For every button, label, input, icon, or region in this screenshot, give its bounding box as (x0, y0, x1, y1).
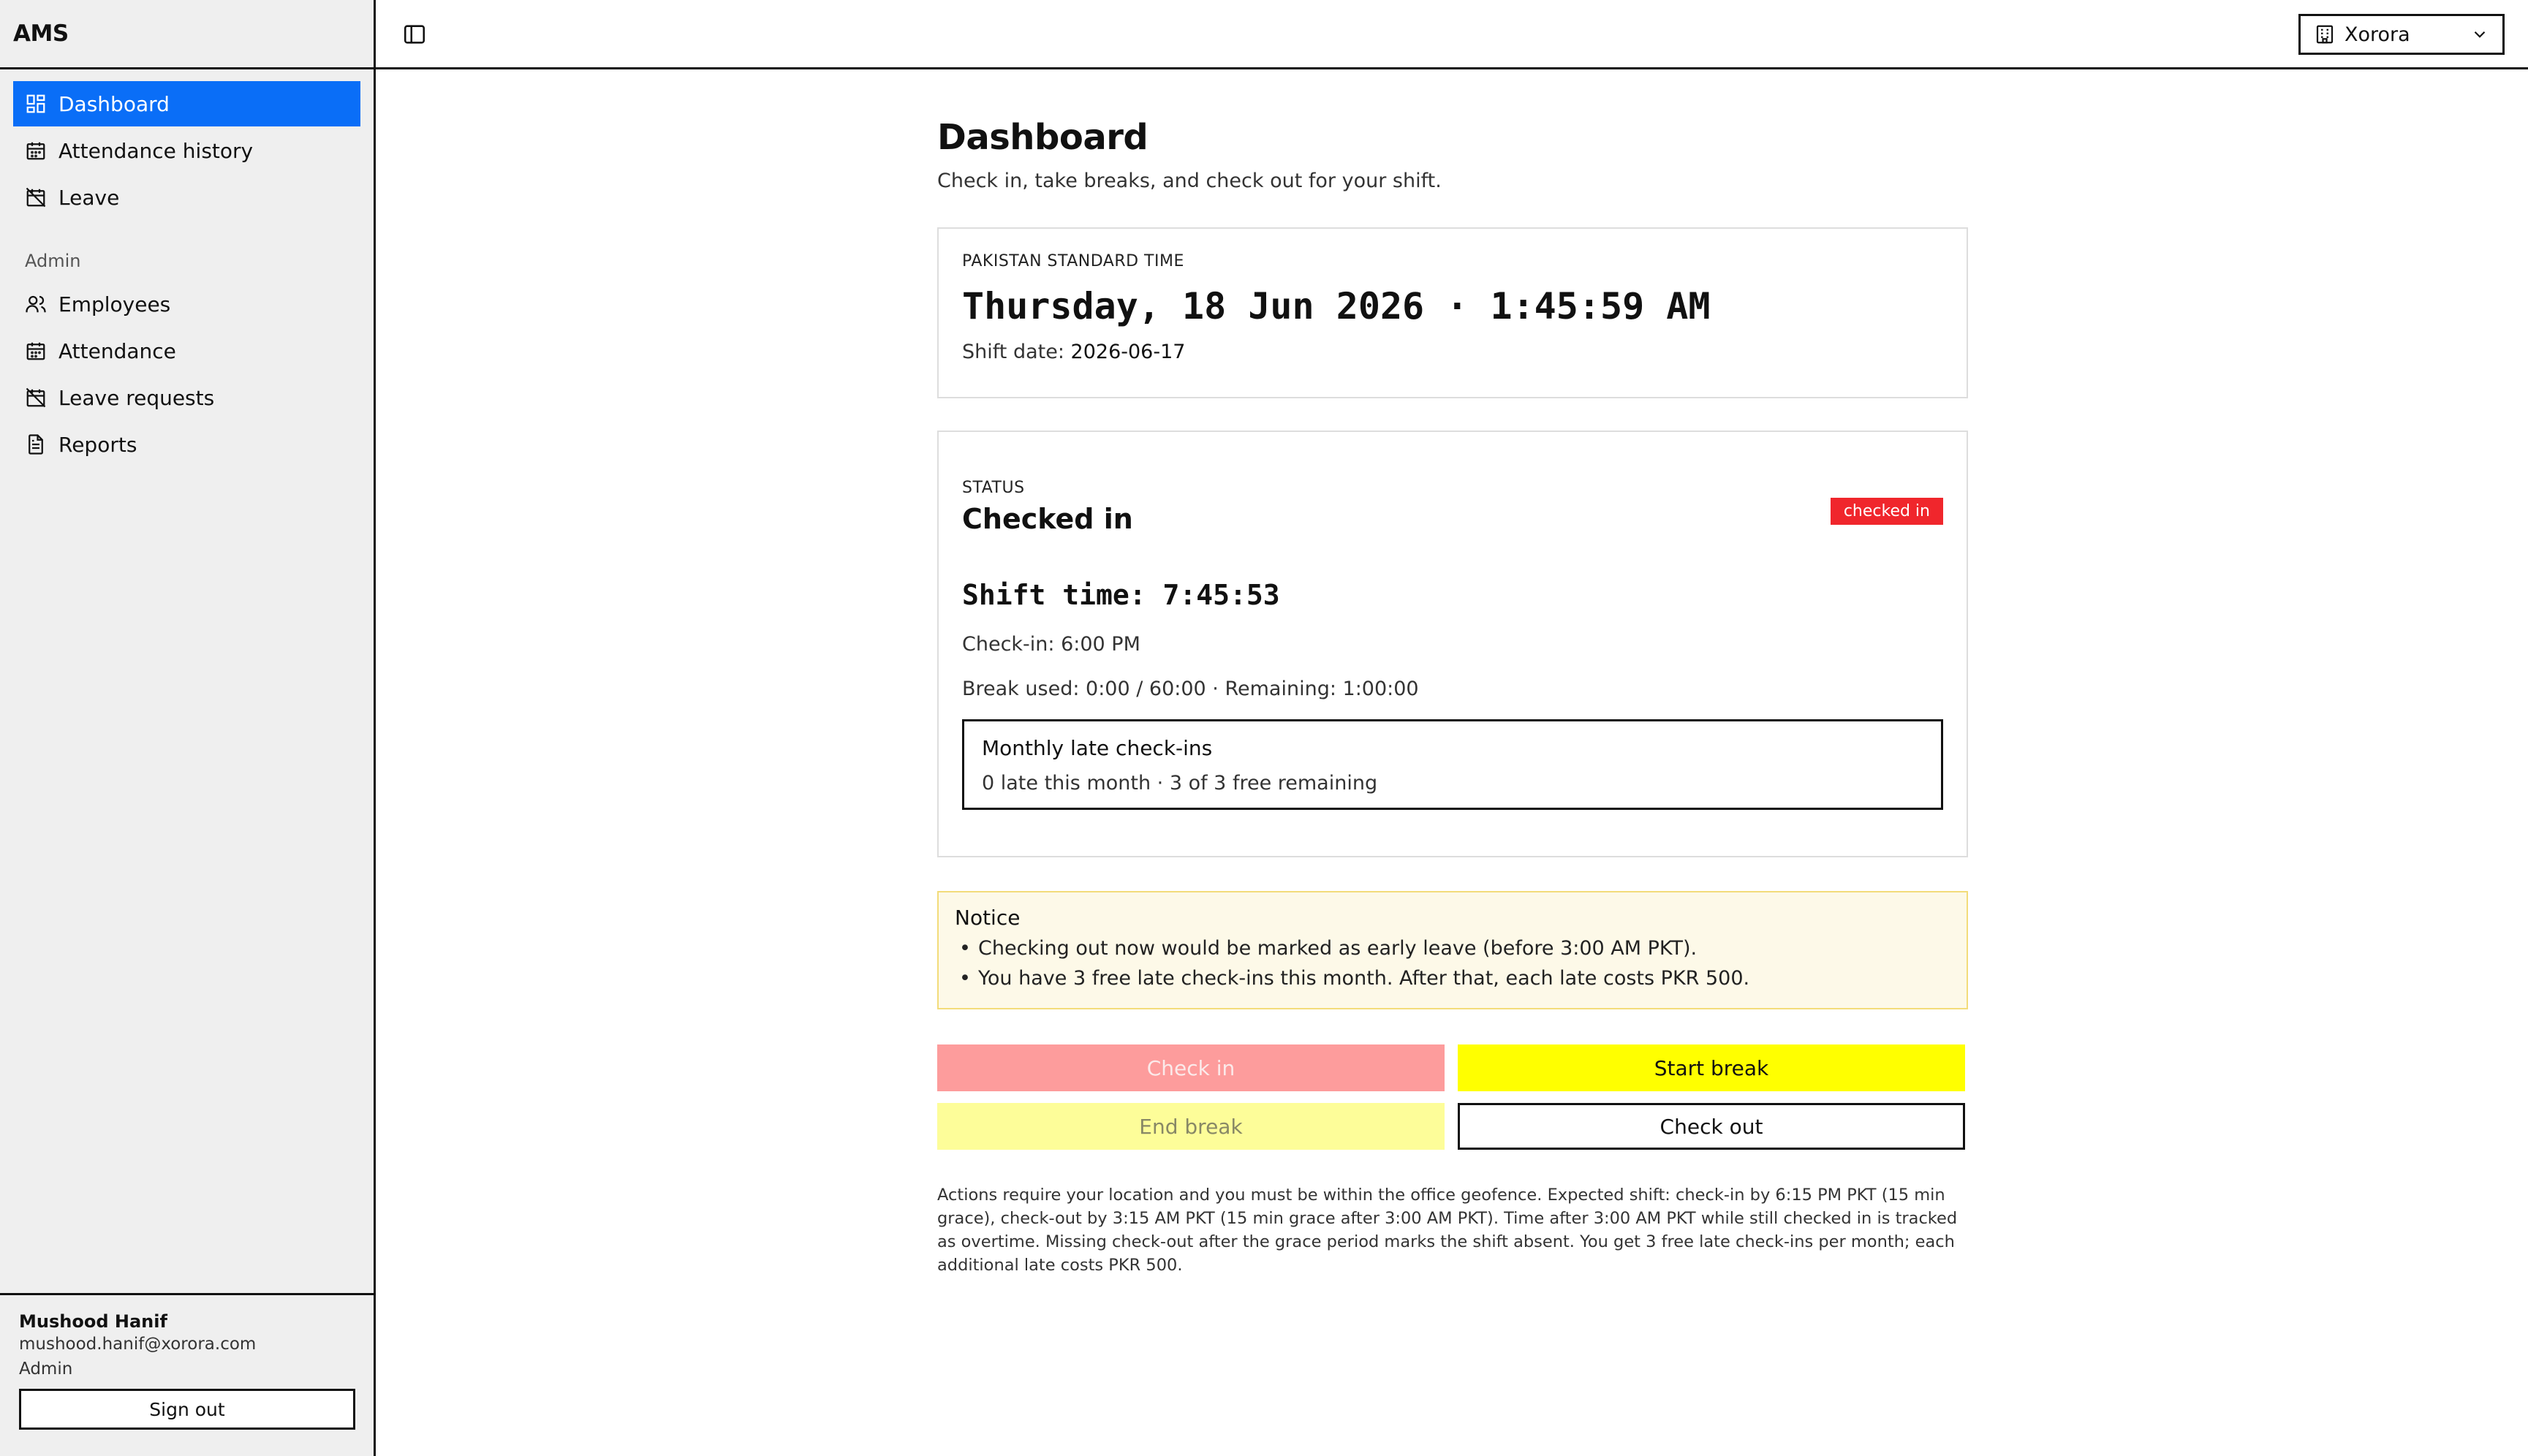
status-badge: checked in (1830, 498, 1943, 525)
check-in-time: Check-in: 6:00 PM (962, 633, 1140, 656)
sidebar-item-employees[interactable]: Employees (13, 281, 360, 327)
sidebar-item-label: Reports (58, 432, 137, 457)
sidebar-item-attendance-history[interactable]: Attendance history (13, 128, 360, 173)
page-title: Dashboard (937, 117, 1148, 158)
sidebar-item-label: Employees (58, 292, 171, 316)
policy-footnote: Actions require your location and you mu… (937, 1186, 1958, 1275)
dashboard-icon (25, 93, 47, 115)
clock-card: PAKISTAN STANDARD TIME Thursday, 18 Jun … (937, 227, 1968, 398)
page-subtitle: Check in, take breaks, and check out for… (937, 170, 1442, 192)
status-title: Checked in (962, 503, 1133, 535)
calendar-icon (25, 140, 47, 162)
check-out-button[interactable]: Check out (1458, 1103, 1965, 1150)
app-brand: AMS (0, 0, 374, 69)
shift-date-value: 2026-06-17 (1070, 341, 1186, 363)
sidebar-nav: Dashboard Attendance history Leave Admin… (0, 69, 374, 467)
calendar-off-icon (25, 186, 47, 208)
user-role: Admin (19, 1360, 73, 1379)
calendar-off-icon (25, 387, 47, 409)
sidebar-item-label: Leave (58, 185, 120, 210)
late-checkins-summary: 0 late this month · 3 of 3 free remainin… (982, 772, 1378, 795)
sidebar-item-label: Attendance (58, 338, 176, 363)
notice-list: Checking out now would be marked as earl… (955, 937, 1950, 990)
sidebar-item-leave-requests[interactable]: Leave requests (13, 375, 360, 420)
calendar-icon (25, 340, 47, 362)
sidebar-item-attendance[interactable]: Attendance (13, 328, 360, 374)
late-checkins-box: Monthly late check-ins 0 late this month… (962, 719, 1943, 810)
shift-timer: Shift time: 7:45:53 (962, 579, 1280, 611)
user-email: mushood.hanif@xorora.com (19, 1335, 257, 1354)
sidebar-item-label: Dashboard (58, 91, 170, 116)
sidebar-item-dashboard[interactable]: Dashboard (13, 81, 360, 126)
timezone-label: PAKISTAN STANDARD TIME (962, 252, 1184, 270)
sidebar-toggle-icon[interactable] (402, 22, 427, 47)
sidebar-section-admin: Admin (25, 251, 81, 271)
shift-date-row: Shift date: 2026-06-17 (962, 341, 1943, 363)
main-content: Dashboard Check in, take breaks, and che… (937, 117, 1968, 1277)
notice-item: Checking out now would be marked as earl… (955, 937, 1950, 960)
shift-date-label: Shift date: (962, 341, 1064, 363)
status-eyebrow: STATUS (962, 479, 1025, 497)
break-usage: Break used: 0:00 / 60:00 · Remaining: 1:… (962, 678, 1419, 700)
sidebar-item-leave[interactable]: Leave (13, 175, 360, 220)
notice-item: You have 3 free late check-ins this mont… (955, 967, 1950, 990)
sign-out-button[interactable]: Sign out (19, 1389, 355, 1430)
notice-box: Notice Checking out now would be marked … (937, 891, 1968, 1009)
end-break-button[interactable]: End break (937, 1103, 1445, 1150)
late-checkins-title: Monthly late check-ins (982, 736, 1213, 760)
top-bar: Xorora (376, 0, 2528, 69)
sidebar: AMS Dashboard Attendance history Leave A… (0, 0, 376, 1456)
check-in-button[interactable]: Check in (937, 1044, 1445, 1091)
user-name: Mushood Hanif (19, 1311, 167, 1332)
action-buttons: Check in Start break End break Check out (937, 1044, 1968, 1150)
chevron-down-icon (2470, 25, 2489, 44)
current-datetime: Thursday, 18 Jun 2026 · 1:45:59 AM (962, 285, 1711, 327)
sidebar-item-label: Leave requests (58, 385, 215, 410)
users-icon (25, 293, 47, 315)
file-text-icon (25, 433, 47, 455)
status-card: STATUS Checked in checked in Shift time:… (937, 431, 1968, 857)
notice-title: Notice (955, 906, 1021, 930)
sidebar-item-label: Attendance history (58, 138, 254, 163)
sidebar-item-reports[interactable]: Reports (13, 422, 360, 467)
organization-name: Xorora (2345, 23, 2410, 46)
organization-select[interactable]: Xorora (2298, 14, 2505, 55)
user-panel: Mushood Hanif mushood.hanif@xorora.com A… (0, 1293, 374, 1456)
building-icon (2314, 23, 2336, 45)
start-break-button[interactable]: Start break (1458, 1044, 1965, 1091)
